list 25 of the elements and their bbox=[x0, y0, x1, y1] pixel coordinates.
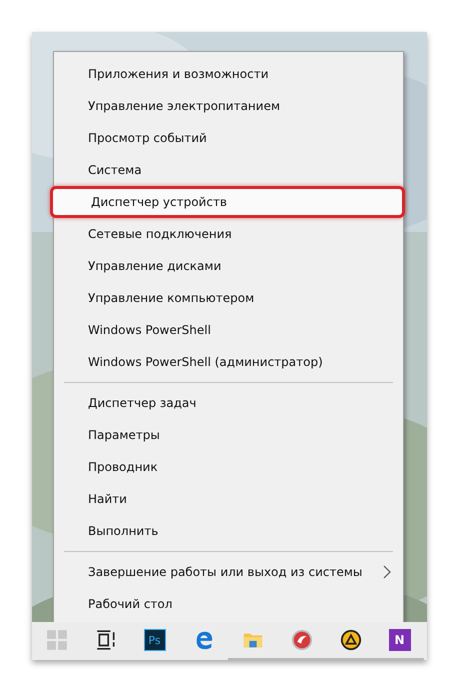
taskbar-button[interactable]: N bbox=[375, 622, 424, 660]
menu-item[interactable]: Выполнить bbox=[54, 515, 403, 547]
menu-item[interactable]: Рабочий стол bbox=[54, 588, 403, 620]
swirl-app-icon bbox=[290, 629, 312, 651]
menu-item[interactable]: Просмотр событий bbox=[54, 122, 403, 154]
menu-item[interactable]: Завершение работы или выход из системы bbox=[54, 556, 403, 588]
menu-item[interactable]: Windows PowerShell (администратор) bbox=[54, 346, 403, 378]
menu-item[interactable]: Управление электропитанием bbox=[54, 90, 403, 122]
menu-item[interactable]: Управление дисками bbox=[54, 250, 403, 282]
onenote-icon: N bbox=[388, 629, 410, 651]
windows-logo-icon bbox=[46, 629, 68, 651]
menu-item[interactable]: Параметры bbox=[54, 419, 403, 451]
menu-item[interactable]: Система bbox=[54, 154, 403, 186]
menu-item[interactable]: Сетевые подключения bbox=[54, 218, 403, 250]
menu-item[interactable]: Windows PowerShell bbox=[54, 314, 403, 346]
menu-item[interactable]: Диспетчер устройств bbox=[50, 186, 405, 218]
menu-item[interactable]: Управление компьютером bbox=[54, 282, 403, 314]
photoshop-icon: Ps bbox=[144, 629, 166, 651]
taskbar-button[interactable]: Ps bbox=[130, 622, 179, 660]
menu-item[interactable]: Диспетчер задач bbox=[54, 387, 403, 419]
task-view-icon bbox=[94, 629, 116, 651]
menu-item[interactable]: Приложения и возможности bbox=[54, 58, 403, 90]
menu-item[interactable]: Проводник bbox=[54, 451, 403, 483]
menu-item[interactable]: Найти bbox=[54, 483, 403, 515]
triangle-app-icon bbox=[340, 629, 362, 651]
